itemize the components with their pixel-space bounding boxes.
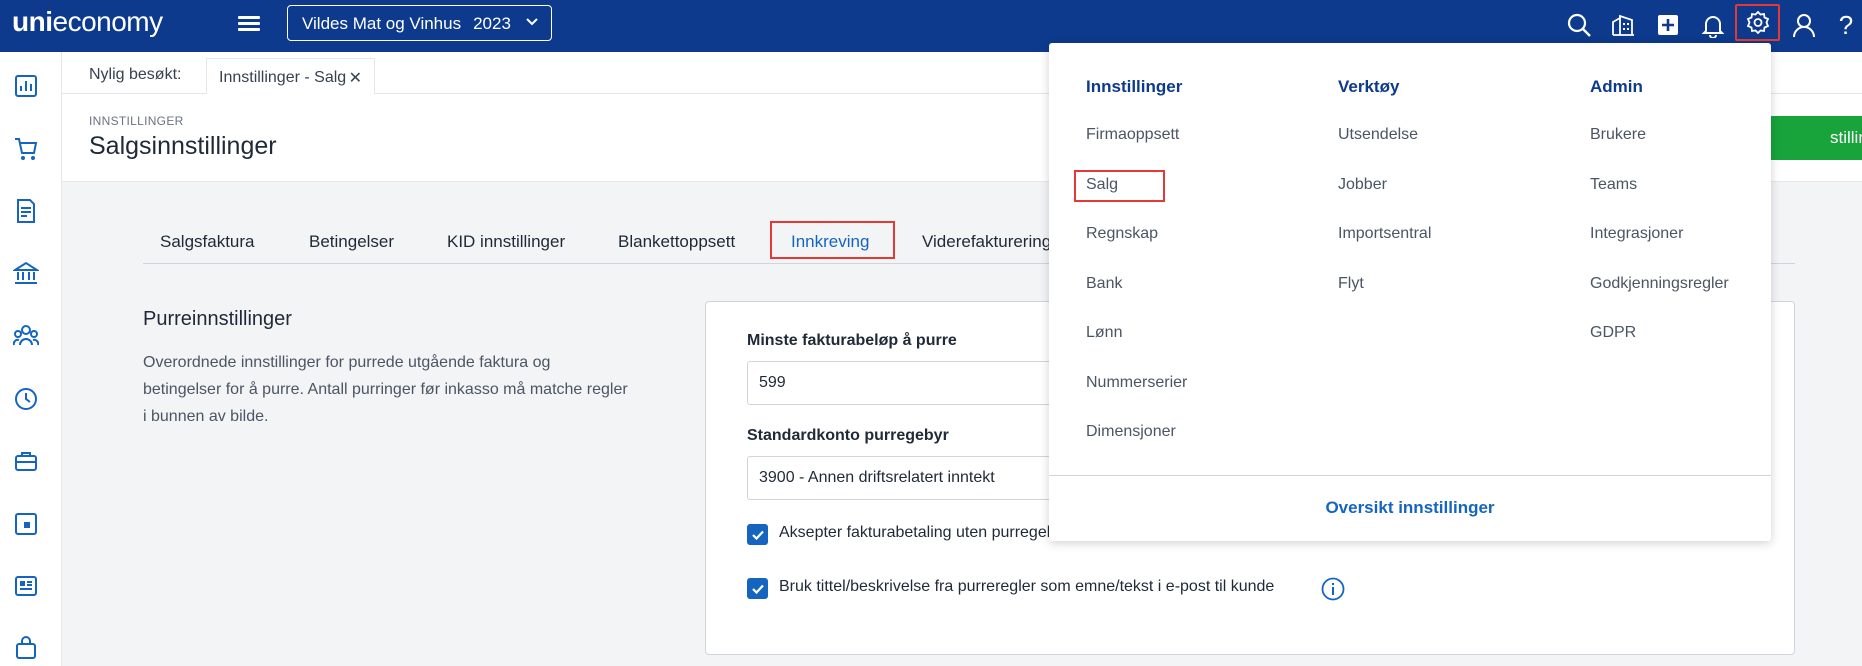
tab-innkreving[interactable]: Innkreving	[791, 232, 869, 252]
menu-heading-admin: Admin	[1590, 77, 1643, 96]
briefcase-icon[interactable]	[12, 447, 40, 475]
chevron-down-icon	[525, 14, 539, 34]
close-icon[interactable]: ✕	[349, 68, 362, 88]
min-amount-label: Minste fakturabeløp å purre	[747, 332, 957, 349]
company-year: 2023	[473, 14, 511, 33]
bell-icon[interactable]	[1697, 9, 1729, 41]
user-icon[interactable]	[1788, 9, 1820, 41]
section-title: Purreinnstillinger	[143, 308, 292, 330]
info-icon[interactable]	[1321, 577, 1345, 601]
menu-item-jobber[interactable]: Jobber	[1338, 176, 1387, 194]
menu-item-bank[interactable]: Bank	[1086, 275, 1122, 293]
invoice-icon[interactable]	[12, 197, 40, 225]
hamburger-menu-icon[interactable]	[236, 13, 262, 39]
tab-salgsfaktura[interactable]: Salgsfaktura	[160, 232, 255, 252]
help-icon[interactable]: ?	[1830, 9, 1862, 41]
tab-blankettoppsett[interactable]: Blankettoppsett	[618, 232, 735, 252]
recent-label: Nylig besøkt:	[89, 66, 182, 83]
checkbox-use-title-label: Bruk tittel/beskrivelse fra purreregler …	[779, 578, 1275, 595]
page-title: Salgsinnstillinger	[89, 132, 277, 160]
section-description: Overordnede innstillinger for purrede ut…	[143, 354, 628, 425]
menu-item-utsendelse[interactable]: Utsendelse	[1338, 126, 1418, 144]
clock-icon[interactable]	[12, 385, 40, 413]
menu-item-integrasjoner[interactable]: Integrasjoner	[1590, 225, 1683, 243]
recent-tab-salg[interactable]: Innstillinger - Salg ✕	[206, 58, 375, 95]
breadcrumb[interactable]: INNSTILLINGER	[89, 114, 184, 128]
menu-item-salg[interactable]: Salg	[1086, 176, 1118, 194]
search-icon[interactable]	[1563, 9, 1595, 41]
logo[interactable]: unieconomy	[12, 6, 163, 38]
tab-betingelser[interactable]: Betingelser	[309, 232, 394, 252]
tab-viderefakturering[interactable]: Viderefakturering	[922, 232, 1051, 252]
menu-heading-innstillinger: Innstillinger	[1086, 77, 1183, 96]
checkbox-accept-payment-label: Aksepter fakturabetaling uten purregebyr	[779, 524, 1069, 541]
dashboard-icon[interactable]	[12, 72, 40, 100]
screen-icon[interactable]	[12, 510, 40, 538]
menu-item-regnskap[interactable]: Regnskap	[1086, 225, 1158, 243]
recent-tab-label: Innstillinger - Salg	[219, 69, 347, 86]
menu-item-teams[interactable]: Teams	[1590, 176, 1637, 194]
account-label: Standardkonto purregebyr	[747, 427, 949, 444]
company-selector[interactable]: Vildes Mat og Vinhus 2023	[287, 5, 552, 41]
checkbox-use-title[interactable]	[747, 578, 768, 599]
menu-item-flyt[interactable]: Flyt	[1338, 275, 1364, 293]
tab-kid-innstillinger[interactable]: KID innstillinger	[447, 232, 565, 252]
menu-item-firmaoppsett[interactable]: Firmaoppsett	[1086, 126, 1179, 144]
menu-item-lonn[interactable]: Lønn	[1086, 324, 1122, 342]
menu-divider	[1049, 475, 1771, 476]
menu-item-gdpr[interactable]: GDPR	[1590, 324, 1636, 342]
settings-button[interactable]: stillinger	[1762, 116, 1862, 160]
menu-item-godkjenningsregler[interactable]: Godkjenningsregler	[1590, 275, 1729, 293]
menu-item-brukere[interactable]: Brukere	[1590, 126, 1646, 144]
add-icon[interactable]	[1652, 9, 1684, 41]
menu-item-importsentral[interactable]: Importsentral	[1338, 225, 1431, 243]
bank-icon[interactable]	[12, 259, 40, 287]
menu-item-nummerserier[interactable]: Nummerserier	[1086, 374, 1187, 392]
menu-footer-link[interactable]: Oversikt innstillinger	[1049, 498, 1771, 518]
checkbox-accept-payment[interactable]	[747, 524, 768, 545]
companies-icon[interactable]	[1607, 9, 1639, 41]
report-icon[interactable]	[12, 572, 40, 600]
settings-dropdown: Innstillinger Firmaoppsett Salg Regnskap…	[1049, 43, 1771, 541]
menu-item-dimensjoner[interactable]: Dimensjoner	[1086, 423, 1176, 441]
people-icon[interactable]	[12, 322, 40, 350]
sidebar	[0, 52, 62, 666]
gear-icon[interactable]	[1735, 4, 1780, 41]
menu-heading-verktoy: Verktøy	[1338, 77, 1400, 96]
bag-icon[interactable]	[12, 634, 40, 662]
cart-icon[interactable]	[12, 135, 40, 163]
company-name: Vildes Mat og Vinhus	[302, 14, 462, 33]
